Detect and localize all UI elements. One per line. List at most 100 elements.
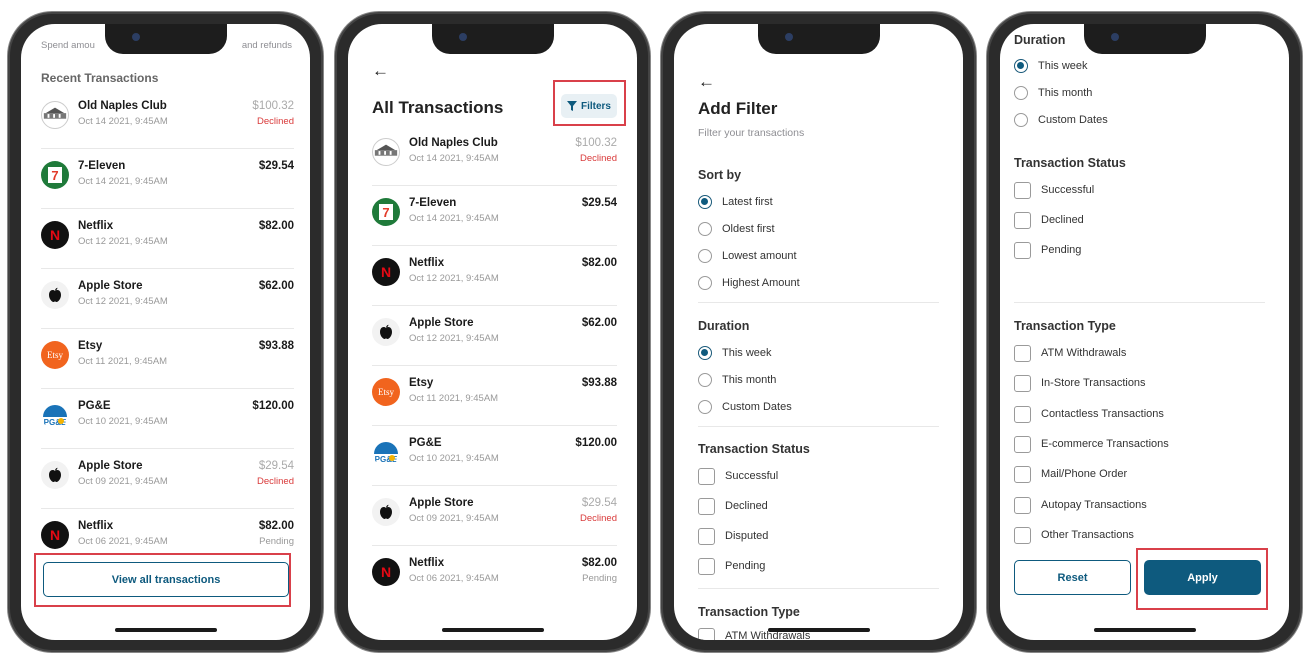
- transaction-row[interactable]: Old Naples Club Oct 14 2021, 9:45AM $100.3…: [21, 90, 310, 150]
- option-label: Custom Dates: [1038, 114, 1108, 126]
- divider: [372, 485, 617, 486]
- transaction-date: Oct 06 2021, 9:45AM: [78, 536, 168, 547]
- checkbox[interactable]: [698, 528, 715, 545]
- option-label: Successful: [725, 470, 779, 482]
- home-indicator: [767, 628, 870, 632]
- transaction-row[interactable]: Apple Store Oct 12 2021, 9:45AM $62.00: [21, 270, 310, 330]
- merchant-name: Apple Store: [409, 497, 474, 509]
- transaction-row[interactable]: Apple Store Oct 12 2021, 9:45AM $62.00: [348, 307, 637, 367]
- transaction-status: Declined: [580, 513, 617, 524]
- merchant-name: PG&E: [78, 400, 111, 412]
- checkbox[interactable]: [698, 468, 715, 485]
- radio-button[interactable]: [1014, 86, 1028, 100]
- option-label: Autopay Transactions: [1041, 498, 1147, 511]
- page-title: Add Filter: [698, 99, 778, 118]
- divider: [41, 448, 294, 449]
- merchant-name: Old Naples Club: [78, 100, 167, 112]
- checkbox[interactable]: [1014, 466, 1031, 484]
- option-label: Oldest first: [722, 223, 775, 235]
- radio-button[interactable]: [698, 373, 712, 387]
- transaction-date: Oct 06 2021, 9:45AM: [409, 573, 499, 584]
- transaction-date: Oct 10 2021, 9:45AM: [409, 453, 499, 464]
- reset-button[interactable]: Reset: [1014, 560, 1131, 595]
- checkbox-atm-withdrawals[interactable]: [698, 628, 715, 640]
- transaction-amount: $93.88: [581, 377, 617, 389]
- radio-button[interactable]: [698, 195, 712, 209]
- radio-button[interactable]: [1014, 113, 1028, 127]
- transaction-row[interactable]: Etsy Etsy Oct 11 2021, 9:45AM $93.88: [21, 330, 310, 390]
- checkbox[interactable]: [1014, 212, 1031, 229]
- divider: [698, 588, 939, 589]
- checkbox[interactable]: [1014, 496, 1031, 514]
- transaction-date: Oct 09 2021, 9:45AM: [78, 476, 168, 487]
- divider: [41, 508, 294, 509]
- camera-icon: [784, 33, 793, 41]
- checkbox[interactable]: [1014, 375, 1031, 393]
- transaction-row[interactable]: PG&E PG&E Oct 10 2021, 9:45AM $120.00: [21, 390, 310, 450]
- camera-icon: [131, 33, 140, 41]
- divider: [372, 245, 617, 246]
- back-arrow-icon[interactable]: ←: [698, 72, 715, 92]
- radio-button[interactable]: [698, 222, 712, 236]
- transaction-date: Oct 11 2021, 9:45AM: [78, 356, 168, 367]
- transaction-row[interactable]: 7 7-Eleven Oct 14 2021, 9:45AM $29.54: [348, 187, 637, 247]
- radio-button[interactable]: [698, 249, 712, 263]
- checkbox[interactable]: [1014, 242, 1031, 259]
- divider: [372, 425, 617, 426]
- notch: [431, 24, 554, 54]
- divider: [698, 302, 939, 303]
- transaction-date: Oct 11 2021, 9:45AM: [409, 393, 499, 404]
- checkbox[interactable]: [1014, 526, 1031, 544]
- back-arrow-icon[interactable]: ←: [372, 61, 389, 81]
- merchant-name: Apple Store: [78, 460, 143, 472]
- transaction-status: Pending: [582, 573, 617, 584]
- option-label: This month: [722, 374, 777, 386]
- checkbox[interactable]: [1014, 405, 1031, 423]
- option-label: Declined: [1041, 214, 1084, 226]
- merchant-name: Netflix: [78, 520, 114, 532]
- divider: [372, 185, 617, 186]
- radio-button[interactable]: [698, 276, 712, 290]
- top-text-right: and refunds: [241, 40, 292, 51]
- option-label: This week: [722, 347, 772, 359]
- etsy-logo: Etsy: [41, 341, 69, 369]
- screen: ← All Transactions Filters Old Naples Cl…: [348, 24, 637, 640]
- transaction-row[interactable]: Apple Store Oct 09 2021, 9:45AM $29.54 Decl…: [21, 450, 310, 510]
- radio-button[interactable]: [698, 346, 712, 360]
- transaction-row[interactable]: PG&E PG&E Oct 10 2021, 9:45AM $120.00: [348, 427, 637, 487]
- option-label: Disputed: [725, 530, 769, 542]
- merchant-name: 7-Eleven: [78, 160, 126, 172]
- option-label: Mail/Phone Order: [1041, 468, 1128, 481]
- page-subtitle: Filter your transactions: [698, 127, 805, 139]
- transaction-row[interactable]: Apple Store Oct 09 2021, 9:45AM $29.54 Decl…: [348, 487, 637, 547]
- divider: [1014, 302, 1265, 303]
- checkbox[interactable]: [1014, 345, 1031, 362]
- old-naples-logo: [41, 101, 69, 129]
- transaction-row[interactable]: Etsy Etsy Oct 11 2021, 9:45AM $93.88: [348, 367, 637, 427]
- checkbox[interactable]: [698, 558, 715, 575]
- transaction-status: Declined: [257, 476, 294, 487]
- transaction-row[interactable]: Old Naples Club Oct 14 2021, 9:45AM $100.3…: [348, 127, 637, 187]
- phone-add-filter: ← Add Filter Filter your transactions So…: [661, 12, 976, 652]
- checkbox[interactable]: [1014, 435, 1031, 453]
- merchant-name: Apple Store: [409, 317, 474, 329]
- transaction-row[interactable]: N Netflix Oct 12 2021, 9:45AM $82.00: [21, 210, 310, 270]
- etsy-logo: Etsy: [372, 378, 400, 406]
- transaction-row[interactable]: N Netflix Oct 12 2021, 9:45AM $82.00: [348, 247, 637, 307]
- option-label: This week: [1038, 60, 1088, 72]
- divider: [41, 328, 294, 329]
- radio-button[interactable]: [698, 400, 712, 414]
- home-indicator: [1093, 628, 1196, 632]
- checkbox[interactable]: [698, 498, 715, 515]
- pge-logo: PG&E: [41, 401, 69, 429]
- transaction-status-heading: Transaction Status: [1014, 156, 1126, 170]
- transaction-amount: $62.00: [258, 280, 294, 292]
- checkbox[interactable]: [1014, 182, 1031, 199]
- radio-button[interactable]: [1014, 59, 1028, 73]
- screen: Duration This week This month Custom Dates…: [1000, 24, 1289, 640]
- transaction-list: Old Naples Club Oct 14 2021, 9:45AM $100.3…: [348, 127, 637, 607]
- transaction-row[interactable]: 7 7-Eleven Oct 14 2021, 9:45AM $29.54: [21, 150, 310, 210]
- transaction-date: Oct 14 2021, 9:45AM: [409, 153, 499, 164]
- option-label: Contactless Transactions: [1041, 407, 1164, 420]
- transaction-row[interactable]: N Netflix Oct 06 2021, 9:45AM $82.00 Pending: [348, 547, 637, 607]
